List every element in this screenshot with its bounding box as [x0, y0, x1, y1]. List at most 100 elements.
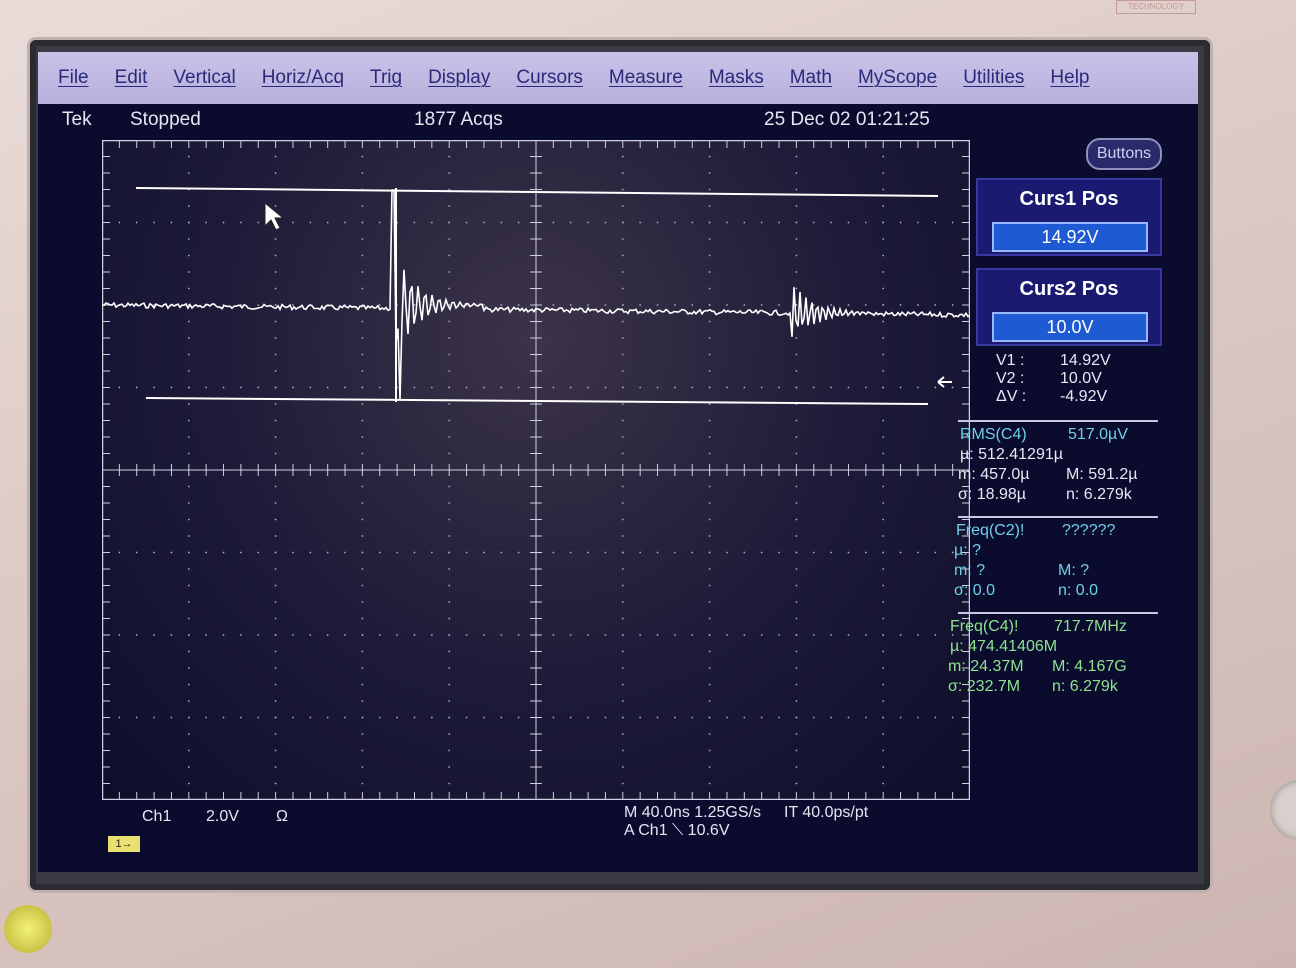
grid-dot	[656, 634, 659, 636]
grid-dot	[708, 403, 711, 405]
grid-dot	[448, 683, 451, 686]
grid-dot	[378, 634, 381, 636]
measurement-rms-c4[interactable]: RMS(C4) 517.0µV µ: 512.41291µ m: 457.0µ …	[958, 420, 1158, 514]
curs1-value[interactable]: 14.92V	[992, 222, 1148, 252]
grid-dot	[187, 287, 190, 290]
grid-dot	[187, 221, 190, 224]
grid-dot	[170, 551, 173, 554]
grid-dot	[795, 617, 798, 620]
grid-dot	[621, 370, 624, 372]
grid-dot	[135, 221, 138, 224]
grid-dot	[743, 551, 746, 554]
menu-item-utilities[interactable]: Utilities	[963, 67, 1024, 89]
grid-dot	[361, 320, 364, 323]
grid-dot	[621, 436, 624, 438]
menu-item-horizacq[interactable]: Horiz/Acq	[262, 67, 344, 89]
grid-dot	[448, 172, 451, 174]
grid-dot	[187, 452, 190, 455]
meas2-value: ??????	[1062, 522, 1116, 539]
menu-item-vertical[interactable]: Vertical	[173, 67, 235, 89]
timebase-readout[interactable]: M 40.0ns 1.25GS/s	[624, 804, 761, 822]
menu-item-cursors[interactable]: Cursors	[516, 67, 583, 89]
meas1-value: 517.0µV	[1068, 426, 1128, 443]
grid-dot	[795, 700, 798, 702]
grid-dot	[795, 683, 798, 686]
control-knob[interactable]	[1270, 780, 1296, 840]
grid-dot	[361, 716, 364, 719]
grid-dot	[621, 716, 624, 719]
grid-dot	[187, 667, 190, 669]
grid-dot	[274, 502, 277, 504]
grid-dot	[708, 601, 711, 603]
menu-item-myscope[interactable]: MyScope	[858, 67, 937, 89]
grid-dot	[726, 551, 728, 554]
measurement-freq-c2[interactable]: Freq(C2)! ?????? µ: ? m: ? M: ? σ: 0.0 n…	[954, 516, 1158, 610]
menu-item-masks[interactable]: Masks	[709, 67, 764, 89]
grid-dot	[621, 650, 624, 653]
grid-dot	[812, 634, 815, 636]
menu-item-help[interactable]: Help	[1050, 67, 1089, 89]
grid-dot	[621, 205, 624, 207]
grid-dot	[621, 535, 624, 537]
meas3-mu: µ: 474.41406M	[950, 638, 1058, 655]
grid-dot	[396, 551, 399, 554]
grid-dot	[326, 551, 329, 554]
curs1-pos-panel[interactable]: Curs1 Pos 14.92V	[976, 178, 1162, 256]
grid-dot	[604, 551, 607, 554]
grid-dot	[430, 634, 433, 636]
grid-dot	[621, 221, 624, 224]
grid-dot	[344, 386, 346, 389]
grid-dot	[882, 287, 885, 290]
grid-dot	[448, 667, 451, 669]
grid-dot	[899, 551, 902, 554]
trigger-readout[interactable]: A Ch1 ⟍ 10.6V	[624, 822, 730, 840]
grid-dot	[187, 733, 190, 735]
curs2-value[interactable]: 10.0V	[992, 312, 1148, 342]
grid-dot	[483, 304, 485, 306]
grid-dot	[292, 386, 294, 389]
buttons-toggle[interactable]: Buttons	[1086, 138, 1162, 170]
menu-item-trig[interactable]: Trig	[370, 67, 402, 89]
grid-dot	[708, 502, 711, 504]
menu-item-measure[interactable]: Measure	[609, 67, 683, 89]
grid-dot	[483, 634, 485, 636]
grid-dot	[760, 634, 763, 636]
waveform-graticule[interactable]	[102, 140, 970, 800]
grid-dot	[187, 535, 190, 537]
grid-dot	[552, 551, 555, 554]
vertical-scale[interactable]: 2.0V	[206, 808, 239, 826]
menu-item-edit[interactable]: Edit	[115, 67, 148, 89]
grid-dot	[326, 716, 329, 719]
grid-dot	[413, 551, 416, 554]
grid-dot	[222, 221, 225, 224]
channel-label[interactable]: Ch1	[142, 808, 171, 826]
grid-dot	[465, 221, 468, 224]
grid-dot	[274, 535, 277, 537]
grid-dot	[187, 551, 190, 554]
grid-dot	[812, 386, 815, 389]
grid-dot	[621, 766, 624, 768]
grid-dot	[882, 485, 885, 488]
meas1-mu: µ: 512.41291µ	[960, 446, 1063, 463]
menu-item-math[interactable]: Math	[790, 67, 832, 89]
grid-dot	[448, 386, 451, 389]
waveform-display	[102, 140, 970, 800]
grid-dot	[639, 634, 642, 636]
menu-item-file[interactable]: File	[58, 67, 89, 89]
grid-dot	[274, 568, 277, 570]
grid-dot	[795, 337, 798, 339]
grid-dot	[396, 634, 399, 636]
grid-dot	[778, 551, 780, 554]
measurement-freq-c4[interactable]: Freq(C4)! 717.7MHz µ: 474.41406M m: 24.3…	[948, 612, 1158, 706]
grid-dot	[708, 650, 711, 653]
meas3-max: M: 4.167G	[1052, 658, 1127, 675]
grid-dot	[917, 551, 919, 554]
menu-bar: File Edit Vertical Horiz/Acq Trig Display Curs…	[38, 52, 1198, 104]
grid-dot	[691, 221, 694, 224]
curs2-pos-panel[interactable]: Curs2 Pos 10.0V	[976, 268, 1162, 346]
grid-dot	[743, 221, 746, 224]
grid-dot	[257, 386, 260, 389]
grid-dot	[656, 304, 659, 306]
menu-item-display[interactable]: Display	[428, 67, 490, 89]
grid-dot	[118, 716, 121, 719]
